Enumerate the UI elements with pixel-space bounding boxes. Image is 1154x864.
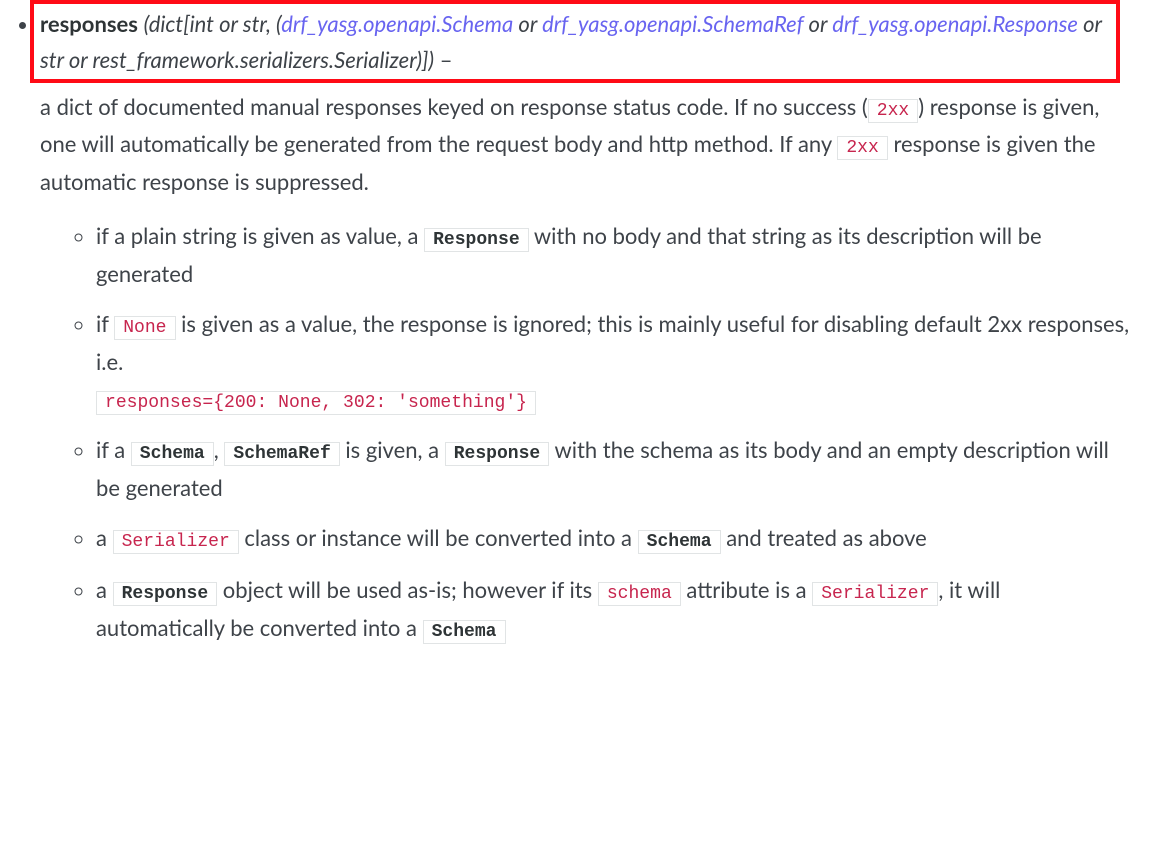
- code-schema-attr: schema: [598, 582, 681, 606]
- link-schemaref[interactable]: drf_yasg.openapi.SchemaRef: [542, 10, 803, 37]
- type-sig-dash: –: [434, 46, 452, 73]
- param-list: responses (dict[int or str, (drf_yasg.op…: [0, 0, 1154, 670]
- text: attribute is a: [681, 576, 812, 603]
- code-response: Response: [424, 228, 529, 252]
- code-2xx: 2xx: [868, 99, 918, 123]
- param-desc-part1: a dict of documented manual responses ke…: [40, 93, 868, 120]
- code-schema: Schema: [131, 442, 214, 466]
- code-2xx: 2xx: [837, 136, 887, 160]
- sub-list: if a plain string is given as value, a R…: [40, 218, 1130, 647]
- text: object will be used as-is; however if it…: [217, 576, 598, 603]
- text: a: [96, 576, 113, 603]
- text: a: [96, 524, 113, 551]
- text: class or instance will be converted into…: [239, 524, 638, 551]
- param-responses: responses (dict[int or str, (drf_yasg.op…: [40, 0, 1154, 670]
- text: is given, a: [340, 436, 445, 463]
- list-item: if a plain string is given as value, a R…: [96, 218, 1130, 292]
- code-example: responses={200: None, 302: 'something'}: [96, 391, 536, 415]
- text: and treated as above: [721, 524, 927, 551]
- link-response[interactable]: drf_yasg.openapi.Response: [832, 10, 1078, 37]
- list-item: a Response object will be used as-is; ho…: [96, 572, 1130, 648]
- text: if a plain string is given as value, a: [96, 222, 424, 249]
- list-item: if None is given as a value, the respons…: [96, 306, 1130, 418]
- text: if a: [96, 436, 131, 463]
- text: ,: [214, 436, 225, 463]
- doc-fragment: responses (dict[int or str, (drf_yasg.op…: [0, 0, 1154, 670]
- text: is given as a value, the response is ign…: [96, 310, 1129, 375]
- code-serializer: Serializer: [113, 530, 239, 554]
- code-serializer: Serializer: [812, 582, 938, 606]
- highlighted-signature: responses (dict[int or str, (drf_yasg.op…: [30, 0, 1120, 83]
- type-sig-or: or: [803, 10, 832, 37]
- code-schemaref: SchemaRef: [224, 442, 339, 466]
- link-schema[interactable]: drf_yasg.openapi.Schema: [281, 10, 513, 37]
- list-item: a Serializer class or instance will be c…: [96, 520, 1130, 558]
- code-schema: Schema: [638, 530, 721, 554]
- code-response: Response: [445, 442, 550, 466]
- text: if: [96, 310, 114, 337]
- code-schema: Schema: [423, 620, 506, 644]
- type-sig-or: or: [513, 10, 542, 37]
- code-response: Response: [113, 582, 218, 606]
- code-none: None: [114, 316, 175, 340]
- list-item: if a Schema, SchemaRef is given, a Respo…: [96, 432, 1130, 506]
- param-name: responses: [40, 10, 138, 37]
- type-sig-prefix: dict[int or str, (: [149, 10, 281, 37]
